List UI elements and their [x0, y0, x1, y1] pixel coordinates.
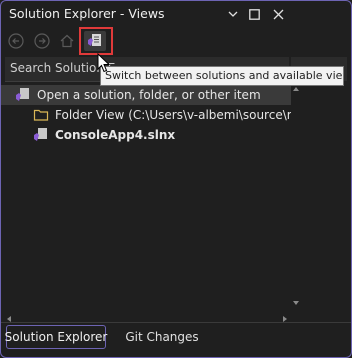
vertical-scrollbar[interactable] — [291, 85, 301, 307]
tooltip: Switch between solutions and available v… — [100, 66, 344, 86]
focus-highlight — [79, 27, 113, 55]
tree-item-folder-view[interactable]: Folder View (C:\Users\v-albemi\source\re… — [1, 105, 291, 125]
back-arrow-icon[interactable] — [7, 32, 25, 50]
tab-solution-explorer[interactable]: Solution Explorer — [5, 325, 107, 349]
title-bar: Solution Explorer - Views — [1, 1, 351, 27]
window-title: Solution Explorer - Views — [9, 6, 165, 21]
tree-item-label: Open a solution, folder, or other item — [37, 88, 261, 102]
bottom-tab-strip: Solution Explorer Git Changes — [1, 322, 351, 353]
tab-git-changes[interactable]: Git Changes — [113, 325, 211, 349]
solution-explorer-window: Solution Explorer - Views Search Solutio… — [0, 0, 352, 358]
chevron-down-icon[interactable] — [224, 5, 242, 23]
solution-file-icon — [33, 127, 49, 143]
forward-arrow-icon[interactable] — [33, 32, 51, 50]
tree-item-open-solution[interactable]: Open a solution, folder, or other item — [1, 85, 291, 105]
tree-item-label: ConsoleApp4.slnx — [55, 128, 176, 142]
tree-item-consoleapp4[interactable]: ConsoleApp4.slnx — [1, 125, 291, 145]
toolbar — [1, 27, 351, 55]
close-icon[interactable] — [269, 5, 287, 23]
horizontal-scrollbar[interactable] — [5, 308, 289, 322]
folder-icon — [33, 107, 49, 123]
solution-icon — [15, 87, 31, 103]
home-icon[interactable] — [58, 32, 76, 50]
maximize-icon[interactable] — [245, 5, 263, 23]
tree-item-label: Folder View (C:\Users\v-albemi\source\re… — [55, 108, 291, 122]
mouse-cursor-icon — [97, 52, 111, 77]
